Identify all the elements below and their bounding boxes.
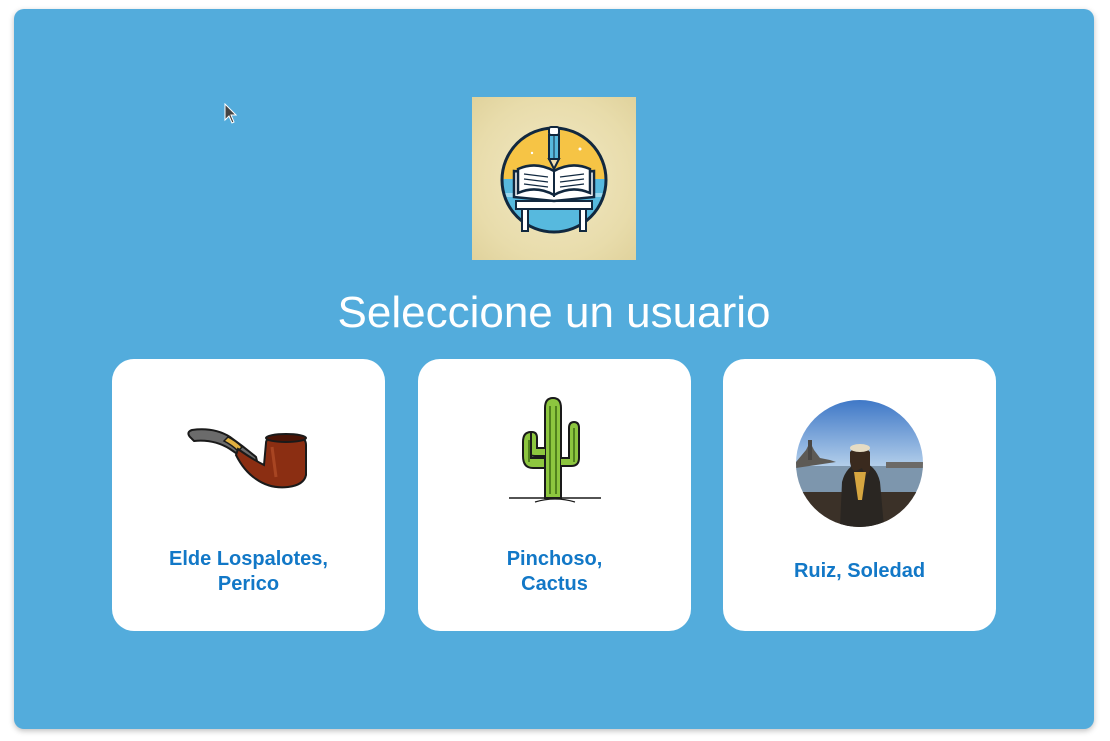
user-name: Pinchoso, Cactus	[506, 548, 603, 595]
app-logo	[472, 97, 636, 260]
user-selection-panel: Seleccione un usuario Elde Lospalotes, P…	[14, 9, 1094, 729]
user-avatar	[418, 389, 691, 519]
book-pencil-logo-icon	[500, 126, 608, 234]
user-card-elde-lospalotes[interactable]: Elde Lospalotes, Perico	[112, 359, 385, 631]
user-photo-avatar	[796, 399, 923, 527]
cactus-icon	[508, 396, 601, 503]
user-name: Ruiz, Soledad	[793, 560, 926, 582]
user-card-ruiz-soledad[interactable]: Ruiz, Soledad	[723, 359, 996, 631]
page-title: Seleccione un usuario	[337, 288, 771, 337]
user-avatar	[723, 398, 996, 528]
pipe-icon	[186, 428, 307, 489]
photo-icon	[796, 399, 923, 527]
user-name: Elde Lospalotes, Perico	[169, 548, 328, 595]
mouse-cursor-icon	[224, 103, 238, 124]
user-card-pinchoso-cactus[interactable]: Pinchoso, Cactus	[418, 359, 691, 631]
user-avatar	[112, 389, 385, 519]
